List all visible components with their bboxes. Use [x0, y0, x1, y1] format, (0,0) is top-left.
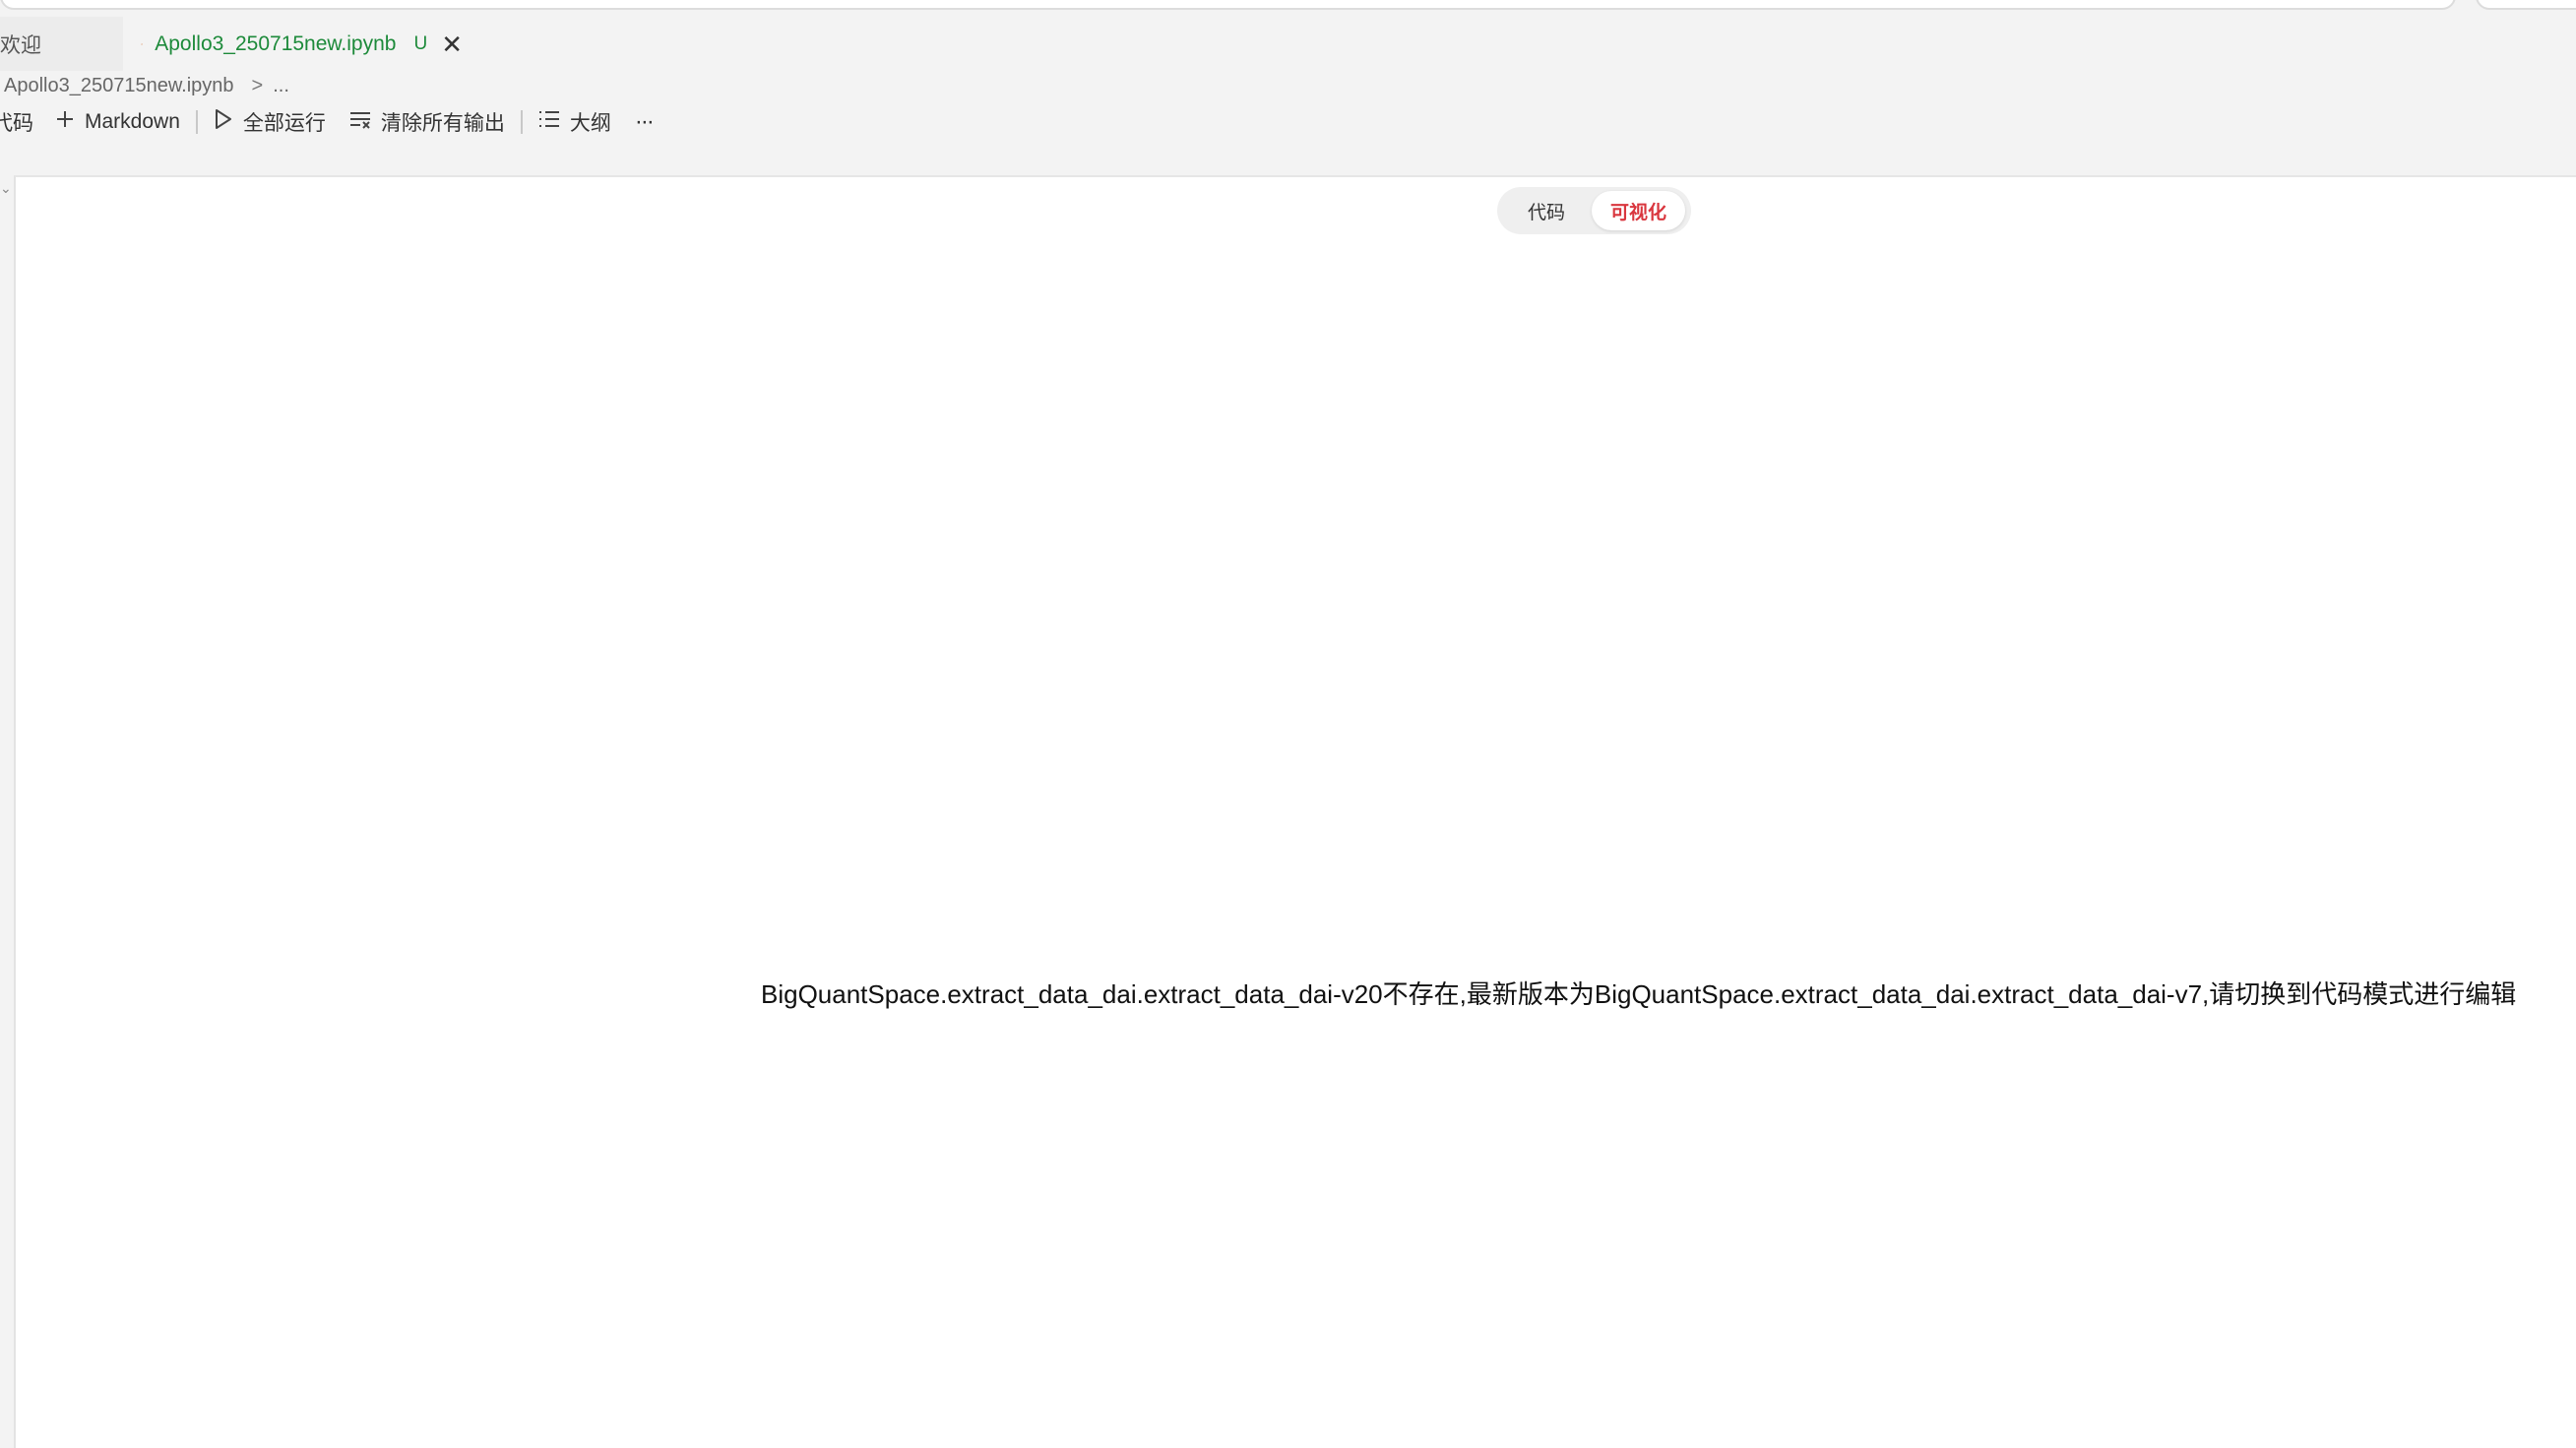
add-code-cell-button[interactable]: 代码 — [0, 107, 33, 137]
cell-collapse-icon[interactable]: ⌄ — [0, 181, 12, 195]
run-all-button[interactable]: 全部运行 — [214, 107, 326, 137]
visual-editor-canvas — [14, 175, 2576, 1448]
breadcrumb-more[interactable]: ... — [273, 75, 289, 97]
tab-welcome[interactable]: 欢迎 — [0, 17, 123, 71]
visual-mode-button[interactable]: 可视化 — [1592, 191, 1685, 230]
play-icon — [214, 108, 233, 137]
notebook-toolbar: 代码 Markdown 全部运行 清除所有输出 大纲 ··· — [0, 102, 655, 142]
editor-tab-bar: 欢迎 Apollo3_250715new.ipynb U ✕ — [0, 17, 2576, 71]
add-markdown-cell-button[interactable]: Markdown — [55, 108, 180, 136]
tab-welcome-label: 欢迎 — [0, 33, 41, 57]
title-bar — [0, 0, 2576, 17]
tab-notebook-label: Apollo3_250715new.ipynb — [155, 31, 397, 55]
add-code-label: 代码 — [0, 112, 33, 135]
run-all-label: 全部运行 — [242, 112, 326, 135]
list-icon — [538, 108, 560, 136]
clear-all-outputs-button[interactable]: 清除所有输出 — [349, 107, 505, 137]
tab-notebook[interactable]: Apollo3_250715new.ipynb U ✕ — [123, 17, 463, 71]
mode-toggle: 代码 可视化 — [1497, 187, 1691, 234]
close-icon[interactable]: ✕ — [441, 31, 463, 57]
clear-all-outputs-label: 清除所有输出 — [380, 112, 505, 135]
breadcrumb-file[interactable]: Apollo3_250715new.ipynb — [4, 75, 234, 97]
code-mode-button[interactable]: 代码 — [1501, 191, 1592, 230]
outline-button[interactable]: 大纲 — [538, 107, 611, 137]
plus-icon — [55, 108, 75, 136]
breadcrumb: Apollo3_250715new.ipynb > ... — [4, 71, 289, 100]
clear-all-icon — [349, 108, 371, 136]
command-center-search[interactable] — [0, 0, 2456, 10]
outline-label: 大纲 — [569, 112, 611, 135]
untracked-status-badge: U — [413, 32, 428, 54]
title-bar-control[interactable] — [2476, 0, 2576, 10]
chevron-right-icon: > — [251, 74, 264, 96]
add-markdown-label: Markdown — [85, 110, 180, 133]
toolbar-divider — [520, 110, 523, 134]
ellipsis-icon: ··· — [634, 108, 655, 135]
more-actions-button[interactable]: ··· — [634, 108, 655, 136]
toolbar-divider — [195, 110, 198, 134]
jupyter-file-icon — [141, 42, 143, 45]
version-error-message: BigQuantSpace.extract_data_dai.extract_d… — [761, 979, 2517, 1009]
